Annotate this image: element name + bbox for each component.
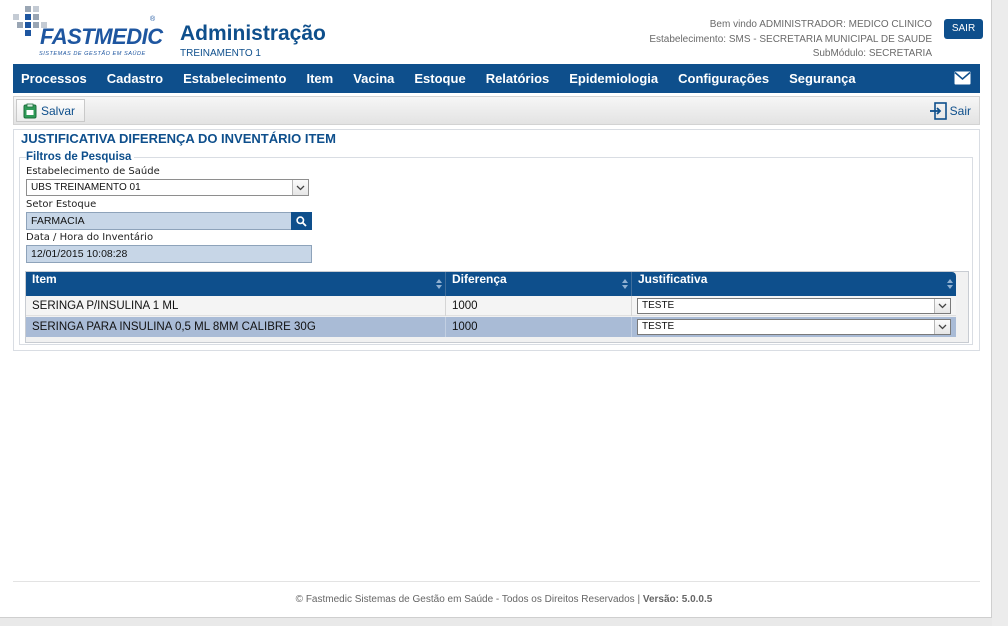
cell-item: SERINGA PARA INSULINA 0,5 ML 8MM CALIBRE… — [26, 317, 446, 337]
page: FASTMEDIC ® SISTEMAS DE GESTÃO EM SAÚDE … — [0, 0, 992, 618]
main-menu: Processos Cadastro Estabelecimento Item … — [13, 64, 980, 93]
establishment-text: Estabelecimento: SMS - SECRETARIA MUNICI… — [649, 33, 932, 45]
cell-item: SERINGA P/INSULINA 1 ML — [26, 296, 446, 316]
cell-difference: 1000 — [446, 317, 632, 337]
menu-item-processos[interactable]: Processos — [13, 64, 97, 93]
sort-icon — [947, 279, 953, 289]
footer-copyright: © Fastmedic Sistemas de Gestão em Saúde … — [295, 594, 643, 605]
menu-item-relatorios[interactable]: Relatórios — [476, 64, 560, 93]
filters-legend: Filtros de Pesquisa — [26, 151, 135, 163]
inventory-datetime-label: Data / Hora do Inventário — [26, 232, 154, 243]
footer-version: Versão: 5.0.0.5 — [642, 594, 713, 605]
sort-icon — [622, 279, 628, 289]
sector-search-button[interactable] — [291, 212, 312, 230]
table-row[interactable]: SERINGA P/INSULINA 1 ML 1000 TESTE — [26, 296, 956, 316]
establishment-label: Estabelecimento de Saúde — [26, 166, 160, 177]
user-info: Bem vindo ADMINISTRADOR: MEDICO CLINICO … — [649, 18, 932, 62]
search-icon — [296, 215, 307, 227]
establishment-selected: UBS TREINAMENTO 01 — [31, 182, 141, 193]
envelope-icon[interactable] — [954, 71, 971, 85]
scrollbar-track[interactable] — [992, 0, 1008, 626]
table-header: Item Diferença Justificativa — [26, 272, 956, 296]
panel-title: JUSTIFICATIVA DIFERENÇA DO INVENTÁRIO IT… — [21, 131, 339, 146]
exit-button[interactable]: Sair — [929, 99, 971, 122]
establishment-select[interactable]: UBS TREINAMENTO 01 — [26, 179, 309, 196]
menu-item-epidemiologia[interactable]: Epidemiologia — [559, 64, 668, 93]
search-filters: Filtros de Pesquisa Estabelecimento de S… — [19, 151, 973, 345]
column-header-difference[interactable]: Diferença — [446, 272, 632, 296]
chevron-down-icon — [934, 320, 950, 334]
submodule-text: SubMódulo: SECRETARIA — [812, 48, 932, 59]
exit-door-icon — [929, 101, 947, 120]
footer: © Fastmedic Sistemas de Gestão em Saúde … — [0, 594, 1008, 605]
justification-select[interactable]: TESTE — [637, 319, 951, 335]
stock-sector-field[interactable]: FARMACIA — [26, 212, 312, 230]
justification-select[interactable]: TESTE — [637, 298, 951, 314]
menu-item-vacina[interactable]: Vacina — [343, 64, 404, 93]
save-label: Salvar — [41, 103, 76, 118]
save-icon — [23, 103, 37, 118]
logout-button[interactable]: SAIR — [944, 19, 983, 39]
justification-panel: JUSTIFICATIVA DIFERENÇA DO INVENTÁRIO IT… — [13, 129, 980, 351]
page-title: Administração — [180, 22, 326, 45]
logo-wordmark: FASTMEDIC — [40, 24, 163, 49]
table-row-selected[interactable]: SERINGA PARA INSULINA 0,5 ML 8MM CALIBRE… — [26, 317, 956, 337]
toolbar: Salvar Sair — [13, 96, 980, 125]
welcome-text: Bem vindo ADMINISTRADOR: MEDICO CLINICO — [709, 19, 932, 30]
footer-divider — [13, 581, 980, 582]
chevron-down-icon — [934, 299, 950, 313]
page-subtitle: TREINAMENTO 1 — [180, 48, 261, 59]
save-button[interactable]: Salvar — [16, 99, 85, 122]
justification-selected: TESTE — [642, 300, 675, 311]
menu-item-estoque[interactable]: Estoque — [404, 64, 475, 93]
sort-icon — [436, 279, 442, 289]
justification-selected: TESTE — [642, 321, 675, 332]
menu-item-estabelecimento[interactable]: Estabelecimento — [173, 64, 296, 93]
logo-tagline: SISTEMAS DE GESTÃO EM SAÚDE — [39, 51, 146, 57]
stock-sector-label: Setor Estoque — [26, 199, 97, 210]
menu-item-seguranca[interactable]: Segurança — [779, 64, 865, 93]
inventory-datetime-field: 12/01/2015 10:08:28 — [26, 245, 312, 263]
column-header-justification[interactable]: Justificativa — [632, 272, 956, 296]
column-header-item[interactable]: Item — [26, 272, 446, 296]
inventory-table: Item Diferença Justificativa SERINGA P/I… — [25, 271, 969, 343]
logo-registered-mark: ® — [150, 16, 156, 23]
fastmedic-logo: FASTMEDIC ® SISTEMAS DE GESTÃO EM SAÚDE — [13, 6, 163, 60]
menu-item-cadastro[interactable]: Cadastro — [97, 64, 173, 93]
menu-item-item[interactable]: Item — [296, 64, 343, 93]
chevron-down-icon — [292, 180, 308, 195]
cell-difference: 1000 — [446, 296, 632, 316]
exit-label: Sair — [949, 103, 971, 118]
menu-item-configuracoes[interactable]: Configurações — [668, 64, 779, 93]
